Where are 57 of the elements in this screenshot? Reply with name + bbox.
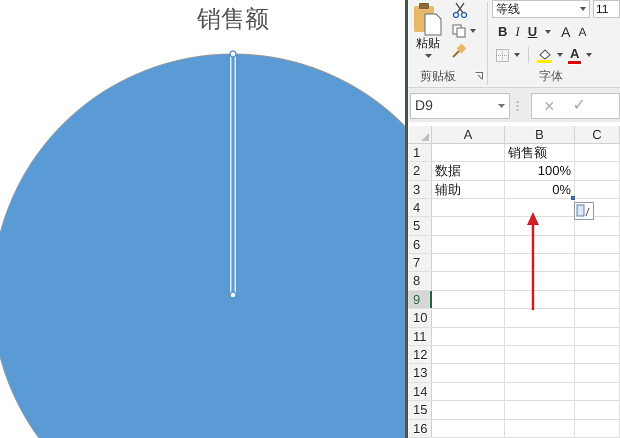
row-header[interactable]: 10 xyxy=(408,309,432,327)
caret-icon[interactable] xyxy=(586,53,592,57)
row-header[interactable]: 2 xyxy=(408,162,432,180)
row-header[interactable]: 3 xyxy=(408,180,432,198)
group-label: 剪贴板 xyxy=(420,68,456,85)
grow-font-button[interactable]: A xyxy=(559,24,570,40)
cell-text: 100% xyxy=(538,163,571,178)
cell-text: 0% xyxy=(552,182,571,197)
copy-icon[interactable] xyxy=(452,24,466,38)
caret-icon[interactable] xyxy=(470,29,476,33)
row-header[interactable]: 5 xyxy=(408,217,432,235)
grip-icon xyxy=(516,100,519,112)
caret-icon xyxy=(580,7,586,11)
italic-button[interactable]: I xyxy=(515,24,520,40)
paste-button[interactable]: 粘贴 xyxy=(408,2,448,67)
name-box[interactable]: D9 xyxy=(410,92,510,119)
row-header[interactable]: 16 xyxy=(408,420,432,437)
cell-text: 销售额 xyxy=(508,144,547,160)
scissors-icon[interactable] xyxy=(452,2,468,18)
row-header[interactable]: 4 xyxy=(408,198,432,216)
row-header[interactable]: 8 xyxy=(408,272,432,290)
row-header[interactable]: 14 xyxy=(408,382,432,400)
column-header[interactable]: A xyxy=(432,126,505,143)
format-painter-icon[interactable] xyxy=(452,44,466,58)
dialog-launcher-icon[interactable] xyxy=(475,72,483,80)
column-header[interactable]: B xyxy=(505,126,575,143)
cell-text: 辅助 xyxy=(435,182,461,197)
shrink-font-button[interactable]: A xyxy=(578,24,586,40)
quick-analysis-button[interactable] xyxy=(574,202,594,220)
corner-triangle-icon xyxy=(421,132,429,141)
fill-handle[interactable] xyxy=(571,196,575,200)
caret-icon[interactable] xyxy=(545,30,552,34)
caret-icon xyxy=(424,54,432,58)
row-header[interactable]: 1 xyxy=(408,144,432,162)
row-header[interactable]: 15 xyxy=(408,401,432,419)
underline-button[interactable]: U xyxy=(528,24,538,40)
caret-icon[interactable] xyxy=(557,53,563,57)
column-header[interactable]: C xyxy=(575,126,620,143)
row-header[interactable]: 9 xyxy=(408,290,432,308)
row-header[interactable]: 6 xyxy=(408,236,432,254)
row-header[interactable]: 13 xyxy=(408,364,432,382)
caret-icon[interactable] xyxy=(514,53,520,57)
row-header[interactable]: 11 xyxy=(408,328,432,346)
font-color-button[interactable]: A xyxy=(568,46,582,64)
bold-button[interactable]: B xyxy=(498,24,508,40)
selection-handle[interactable] xyxy=(229,291,237,299)
font-name-dropdown[interactable]: 等线 xyxy=(492,0,590,18)
group-label: 字体 xyxy=(539,68,563,85)
selection-handle[interactable] xyxy=(229,50,237,58)
borders-icon[interactable] xyxy=(496,48,509,62)
chart-title: 销售额 xyxy=(196,5,270,35)
font-size-field[interactable]: 11 xyxy=(593,0,620,18)
cell-text: 数据 xyxy=(435,163,461,178)
caret-icon xyxy=(498,104,505,108)
row-header[interactable]: 7 xyxy=(408,254,432,272)
fill-color-icon[interactable] xyxy=(537,47,552,63)
row-header[interactable]: 12 xyxy=(408,346,432,364)
